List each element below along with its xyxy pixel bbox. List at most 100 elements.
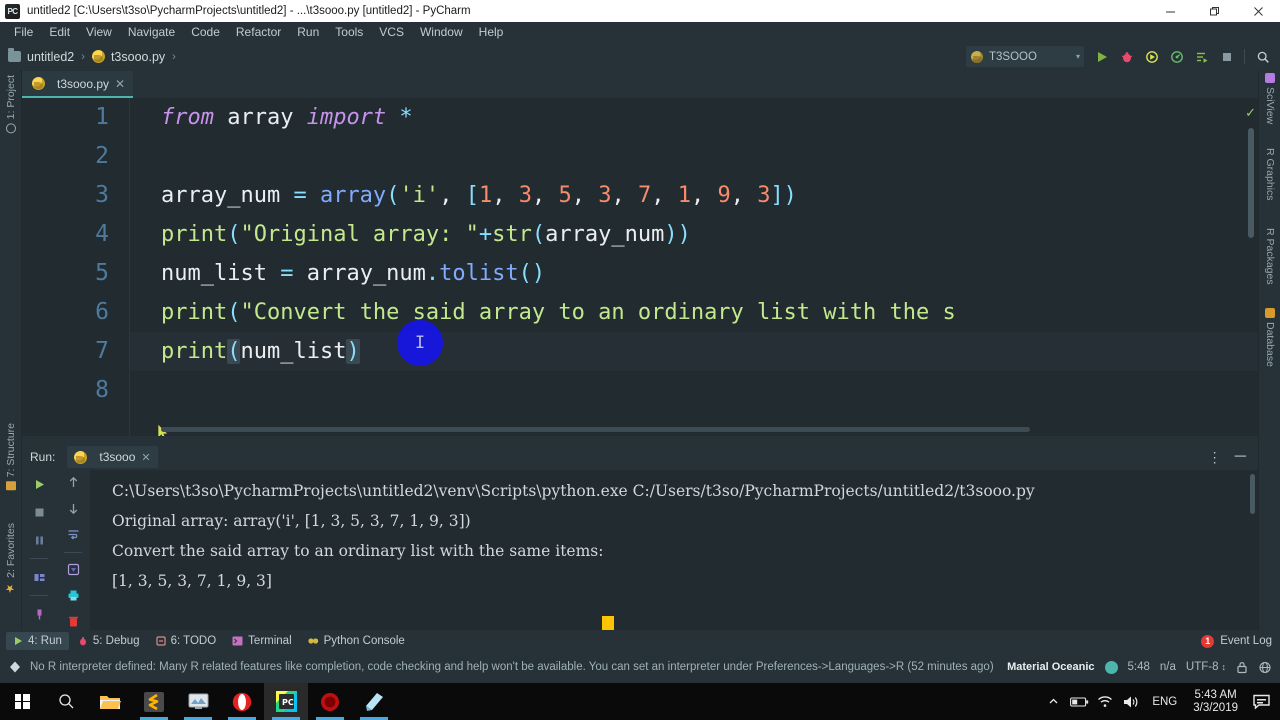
wifi-icon[interactable]	[1092, 683, 1118, 720]
toolbar-divider	[1244, 49, 1245, 64]
sublime-text-button[interactable]	[132, 683, 176, 720]
code-line-8[interactable]	[130, 371, 1258, 410]
pin-tab-button[interactable]	[28, 604, 50, 624]
tool-window-run[interactable]: 4: Run	[6, 632, 69, 650]
up-arrow-button[interactable]	[62, 474, 84, 492]
editor-vertical-scrollbar[interactable]	[1248, 128, 1254, 238]
scroll-to-end-button[interactable]	[62, 560, 84, 578]
menu-edit[interactable]: Edit	[41, 23, 78, 42]
interpreter-icon[interactable]	[1258, 661, 1272, 674]
code-line-1[interactable]: from array import *	[130, 98, 1258, 137]
code-line-6[interactable]: print("Convert the said array to an ordi…	[130, 293, 1258, 332]
edit-configurations-button[interactable]	[1190, 46, 1213, 68]
line-separator[interactable]: n/a	[1160, 661, 1176, 673]
down-arrow-button[interactable]	[62, 500, 84, 518]
close-tab-icon[interactable]: ✕	[115, 78, 125, 90]
tool-window-todo[interactable]: 6: TODO	[149, 632, 224, 650]
menu-tools[interactable]: Tools	[327, 23, 371, 42]
sidebar-item-r-graphics[interactable]: R Graphics	[1259, 145, 1280, 204]
menu-code[interactable]: Code	[183, 23, 228, 42]
clear-all-button[interactable]	[62, 612, 84, 630]
menu-view[interactable]: View	[78, 23, 120, 42]
maximize-button[interactable]	[1192, 0, 1236, 22]
clock[interactable]: 5:43 AM 3/3/2019	[1185, 689, 1246, 715]
sidebar-item-r-packages[interactable]: R Packages	[1259, 225, 1280, 288]
console-toolbar	[22, 470, 90, 630]
status-message[interactable]: No R interpreter defined: Many R related…	[30, 661, 994, 673]
search-everywhere-button[interactable]	[1251, 46, 1274, 68]
opera-button[interactable]	[220, 683, 264, 720]
hide-window-icon[interactable]: ─	[1229, 449, 1252, 465]
menu-refactor[interactable]: Refactor	[228, 23, 289, 42]
code-line-4[interactable]: print("Original array: "+str(array_num))	[130, 215, 1258, 254]
language-indicator[interactable]: ENG	[1144, 696, 1185, 708]
menu-run[interactable]: Run	[289, 23, 327, 42]
notes-app-button[interactable]	[352, 683, 396, 720]
soft-wrap-button[interactable]	[62, 526, 84, 544]
file-explorer-button[interactable]	[88, 683, 132, 720]
code-line-7[interactable]: print(num_list)	[130, 332, 1258, 371]
run-with-coverage-button[interactable]	[1140, 46, 1163, 68]
profile-button[interactable]	[1165, 46, 1188, 68]
sidebar-item-sciview[interactable]: SciView	[1259, 70, 1280, 127]
event-log-button[interactable]: Event Log	[1220, 634, 1272, 648]
console-output[interactable]: C:\Users\t3so\PycharmProjects\untitled2\…	[90, 470, 1258, 630]
stop-button[interactable]	[28, 502, 50, 522]
lock-icon[interactable]	[1236, 661, 1248, 674]
show-hidden-icons-button[interactable]	[1040, 683, 1066, 720]
start-button[interactable]	[0, 683, 44, 720]
close-button[interactable]	[1236, 0, 1280, 22]
code-content[interactable]: from array import * array_num = array('i…	[130, 98, 1258, 436]
sidebar-item-database[interactable]: Database	[1259, 305, 1280, 370]
file-encoding[interactable]: UTF-8 ↕	[1186, 661, 1226, 673]
action-center-button[interactable]	[1246, 683, 1276, 720]
sidebar-item-structure[interactable]: 7: Structure	[0, 420, 22, 493]
tool-window-terminal[interactable]: Terminal	[225, 632, 298, 650]
python-console-icon	[308, 638, 318, 644]
menu-file[interactable]: File	[6, 23, 41, 42]
sidebar-item-project[interactable]: 1: Project	[0, 72, 22, 136]
menu-vcs[interactable]: VCS	[371, 23, 412, 42]
layout-button[interactable]	[28, 567, 50, 587]
volume-icon[interactable]	[1118, 683, 1144, 720]
pause-button[interactable]	[28, 530, 50, 550]
editor-tab-t3sooo[interactable]: t3sooo.py ✕	[22, 71, 134, 98]
battery-icon[interactable]	[1066, 683, 1092, 720]
search-button[interactable]	[44, 683, 88, 720]
close-run-tab-icon[interactable]: ✕	[141, 451, 150, 464]
theme-name[interactable]: Material Oceanic	[1007, 661, 1094, 673]
print-button[interactable]	[62, 586, 84, 604]
debug-button[interactable]	[1115, 46, 1138, 68]
run-tab[interactable]: t3sooo ✕	[67, 446, 158, 468]
code-line-5[interactable]: num_list = array_num.tolist()	[130, 254, 1258, 293]
media-app-button[interactable]	[176, 683, 220, 720]
run-configuration-selector[interactable]: T3SOOO ▾	[966, 46, 1084, 67]
more-options-icon[interactable]: ⋮	[1203, 450, 1227, 464]
sidebar-item-favorites[interactable]: ★ 2: Favorites	[0, 520, 22, 598]
rerun-button[interactable]	[28, 474, 50, 494]
breadcrumb-project[interactable]: untitled2	[27, 50, 74, 64]
left-tool-strip: 1: Project 7: Structure ★ 2: Favorites	[0, 70, 22, 654]
caret-position[interactable]: 5:48	[1128, 661, 1150, 673]
recorder-button[interactable]	[308, 683, 352, 720]
clock-time: 5:43 AM	[1194, 688, 1237, 701]
code-editor[interactable]: 1 2 3 4 5 6 7 8 from array import * arra…	[22, 98, 1258, 436]
sidebar-item-label: R Packages	[1264, 228, 1276, 285]
tool-window-debug[interactable]: 5: Debug	[71, 632, 147, 650]
menu-navigate[interactable]: Navigate	[120, 23, 183, 42]
run-button[interactable]	[1090, 46, 1113, 68]
todo-icon	[155, 636, 166, 646]
code-line-3[interactable]: array_num = array('i', [1, 3, 5, 3, 7, 1…	[130, 176, 1258, 215]
pycharm-button[interactable]: PC	[264, 683, 308, 720]
inspection-status-icon[interactable]: ✓	[1245, 106, 1256, 119]
editor-horizontal-scrollbar[interactable]	[161, 427, 1030, 432]
stop-button[interactable]	[1215, 46, 1238, 68]
tool-window-python-console[interactable]: Python Console	[301, 632, 412, 650]
minimize-button[interactable]	[1148, 0, 1192, 22]
menu-help[interactable]: Help	[471, 23, 512, 42]
bottom-tool-bar: 4: Run 5: Debug 6: TODO Terminal Python …	[0, 630, 1280, 652]
menu-window[interactable]: Window	[412, 23, 471, 42]
breadcrumb-file[interactable]: t3sooo.py	[111, 50, 165, 64]
code-line-2[interactable]	[130, 137, 1258, 176]
console-vertical-scrollbar[interactable]	[1250, 474, 1255, 514]
